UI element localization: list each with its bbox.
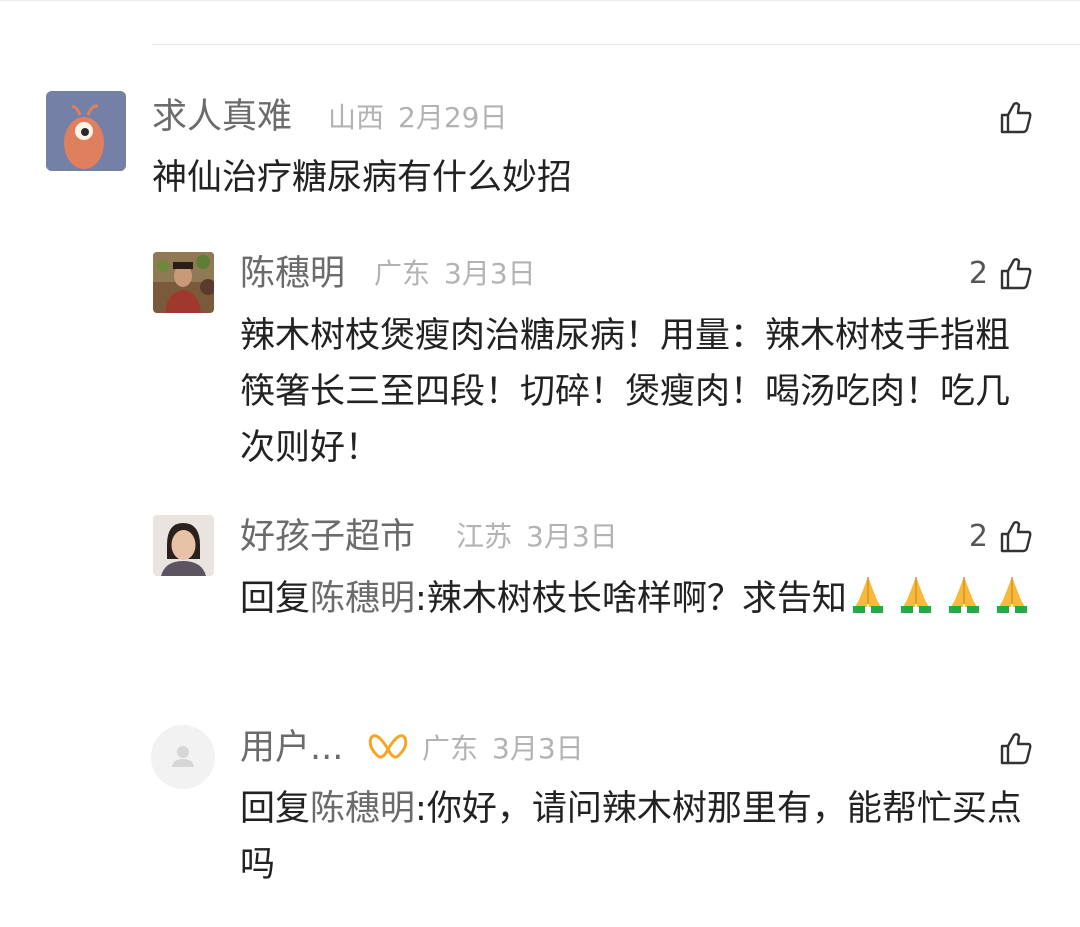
commenter-name[interactable]: 陈穗明 <box>240 257 345 292</box>
commenter-name[interactable]: 求人真难 <box>152 100 292 135</box>
reply-prefix: 回复 <box>240 579 311 619</box>
comment-meta: 江苏 3月3日 <box>456 523 632 551</box>
reply-target-name[interactable]: 陈穗明 <box>310 579 415 619</box>
like-button[interactable]: 2 <box>969 256 1034 292</box>
reply-text: :辣木树枝长啥样啊？求告知 <box>415 579 847 619</box>
comment-location: 江苏 <box>456 520 513 553</box>
like-button[interactable] <box>988 731 1034 767</box>
avatar[interactable] <box>151 725 215 789</box>
comment-date: 3月3日 <box>492 732 584 765</box>
orange-wing-badge-icon <box>368 734 408 759</box>
avatar[interactable] <box>153 252 214 313</box>
like-button[interactable] <box>988 100 1034 136</box>
comment-date: 3月3日 <box>444 257 536 290</box>
shrimp-avatar-icon <box>46 91 126 171</box>
section-divider <box>152 44 1080 45</box>
like-count: 2 <box>968 256 988 291</box>
comment-text: 回复陈穗明:辣木树枝长啥样啊？求告知 <box>240 571 1040 627</box>
user-photo-avatar <box>153 515 214 576</box>
folded-hands-emoji <box>852 577 883 613</box>
comment-text: 辣木树枝煲瘦肉治糖尿病！用量：辣木树枝手指粗筷箸长三至四段！切碎！煲瘦肉！喝汤吃… <box>240 316 1011 468</box>
comment-date: 3月3日 <box>526 520 618 553</box>
folded-hands-emoji <box>900 577 931 613</box>
folded-hands-emoji <box>996 577 1027 613</box>
like-count: 2 <box>968 519 988 554</box>
comment-text: 回复陈穗明:你好，请问辣木树那里有，能帮忙买点吗 <box>240 781 1040 893</box>
folded-hands-emoji <box>948 577 979 613</box>
comment-meta: 广东 3月3日 <box>422 735 598 763</box>
person-silhouette-icon <box>151 725 215 789</box>
thumbs-up-icon <box>1000 521 1032 553</box>
reply-target-name[interactable]: 陈穗明 <box>310 789 415 829</box>
commenter-name[interactable]: 好孩子超市 <box>240 520 415 555</box>
comment-date: 2月29日 <box>398 101 508 134</box>
commenter-name-text: 用户 <box>240 728 311 768</box>
name-ellipsis: ... <box>310 728 344 768</box>
comment-meta: 山西 2月29日 <box>328 104 521 132</box>
thumbs-up-icon <box>1000 258 1032 290</box>
comment-text: 神仙治疗糖尿病有什么妙招 <box>152 158 573 198</box>
avatar[interactable] <box>46 91 126 171</box>
top-border <box>0 0 1080 1</box>
thumbs-up-icon <box>1000 102 1032 134</box>
like-button[interactable]: 2 <box>969 519 1034 555</box>
avatar[interactable] <box>153 515 214 576</box>
comment-location: 山西 <box>328 101 385 134</box>
comment-location: 广东 <box>422 732 479 765</box>
user-photo-avatar <box>153 252 214 313</box>
commenter-name[interactable]: 用户... <box>240 731 343 766</box>
reply-prefix: 回复 <box>240 789 311 829</box>
comment-meta: 广东 3月3日 <box>374 260 550 288</box>
thumbs-up-icon <box>1000 733 1032 765</box>
comment-location: 广东 <box>374 257 431 290</box>
